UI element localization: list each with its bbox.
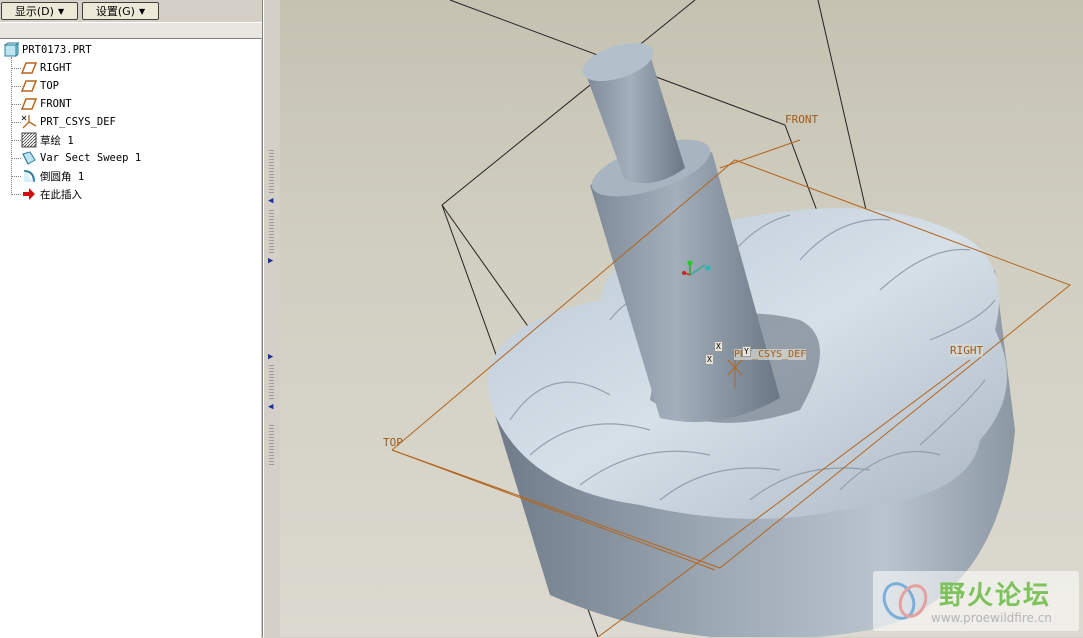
settings-menu-label: 设置(G)	[95, 5, 135, 18]
datum-plane-icon	[21, 96, 37, 112]
model-tree-panel: 显示(D) ▼ 设置(G) ▼ PRT0173.PRT RIGHT TOP FR…	[0, 0, 263, 638]
datum-plane-icon	[21, 60, 37, 76]
forum-watermark: 野火论坛 www.proewildfire.cn	[873, 571, 1079, 631]
axis-x-label: X	[705, 354, 714, 365]
axis-y-label: Y	[742, 346, 751, 357]
axis-x-label: X	[714, 341, 723, 352]
expand-right-icon[interactable]: ▶	[268, 256, 273, 266]
settings-menu-button[interactable]: 设置(G) ▼	[82, 2, 159, 20]
collapse-left-icon[interactable]: ◀	[268, 196, 273, 206]
sweep-icon	[21, 150, 37, 166]
tree-item-sketch[interactable]: 草绘 1	[21, 131, 74, 149]
tree-item-label: PRT0173.PRT	[22, 44, 92, 56]
forum-logo-icon	[882, 582, 928, 620]
top-plane-label: TOP	[383, 436, 403, 449]
model-tree: PRT0173.PRT RIGHT TOP FRONT PRT_CSYS_DEF	[0, 38, 261, 638]
display-menu-label: 显示(D)	[14, 5, 54, 18]
sketch-icon	[21, 132, 37, 148]
tree-item-sweep[interactable]: Var Sect Sweep 1	[21, 149, 141, 167]
graphics-viewport[interactable]: FRONT TOP RIGHT PRT_CSYS_DEF X X Y 野火论坛 …	[280, 0, 1083, 637]
tree-item-round[interactable]: 倒圆角 1	[21, 167, 84, 185]
tree-item-label: TOP	[40, 80, 59, 92]
model-scene	[391, 0, 1071, 637]
chevron-down-icon: ▼	[138, 6, 146, 16]
panel-splitter[interactable]: ◀ ▶ ▶ ◀	[263, 0, 281, 637]
top-pin[interactable]	[578, 35, 685, 184]
tree-item-label: Var Sect Sweep 1	[40, 152, 142, 164]
right-plane-label: RIGHT	[950, 344, 984, 357]
tree-item-front[interactable]: FRONT	[21, 95, 72, 113]
insert-here-icon	[21, 186, 37, 202]
chevron-down-icon: ▼	[57, 6, 65, 16]
datum-plane-icon	[21, 78, 37, 94]
front-plane-label: FRONT	[785, 113, 819, 126]
tree-item-insert-here[interactable]: 在此插入	[21, 185, 82, 203]
expand-right-icon[interactable]: ▶	[268, 352, 273, 362]
collapse-left-icon[interactable]: ◀	[268, 402, 273, 412]
tree-item-csys[interactable]: PRT_CSYS_DEF	[21, 113, 116, 131]
tree-item-label: 草绘 1	[40, 134, 74, 147]
round-icon	[21, 168, 37, 184]
tree-column-header	[0, 22, 262, 39]
tree-item-label: 在此插入	[40, 188, 82, 201]
display-menu-button[interactable]: 显示(D) ▼	[1, 2, 78, 20]
watermark-title: 野火论坛	[939, 581, 1052, 611]
tree-item-part[interactable]: PRT0173.PRT	[3, 41, 92, 59]
coordinate-system-icon	[21, 114, 37, 130]
part-icon	[3, 42, 19, 58]
model-tree-toolbar: 显示(D) ▼ 设置(G) ▼	[0, 0, 262, 22]
tree-item-right[interactable]: RIGHT	[21, 59, 72, 77]
tree-item-label: 倒圆角 1	[40, 170, 85, 183]
tree-item-top[interactable]: TOP	[21, 77, 59, 95]
tree-item-label: RIGHT	[40, 62, 72, 74]
tree-item-label: FRONT	[40, 98, 72, 110]
watermark-url: www.proewildfire.cn	[931, 611, 1052, 625]
tree-item-label: PRT_CSYS_DEF	[40, 116, 116, 128]
